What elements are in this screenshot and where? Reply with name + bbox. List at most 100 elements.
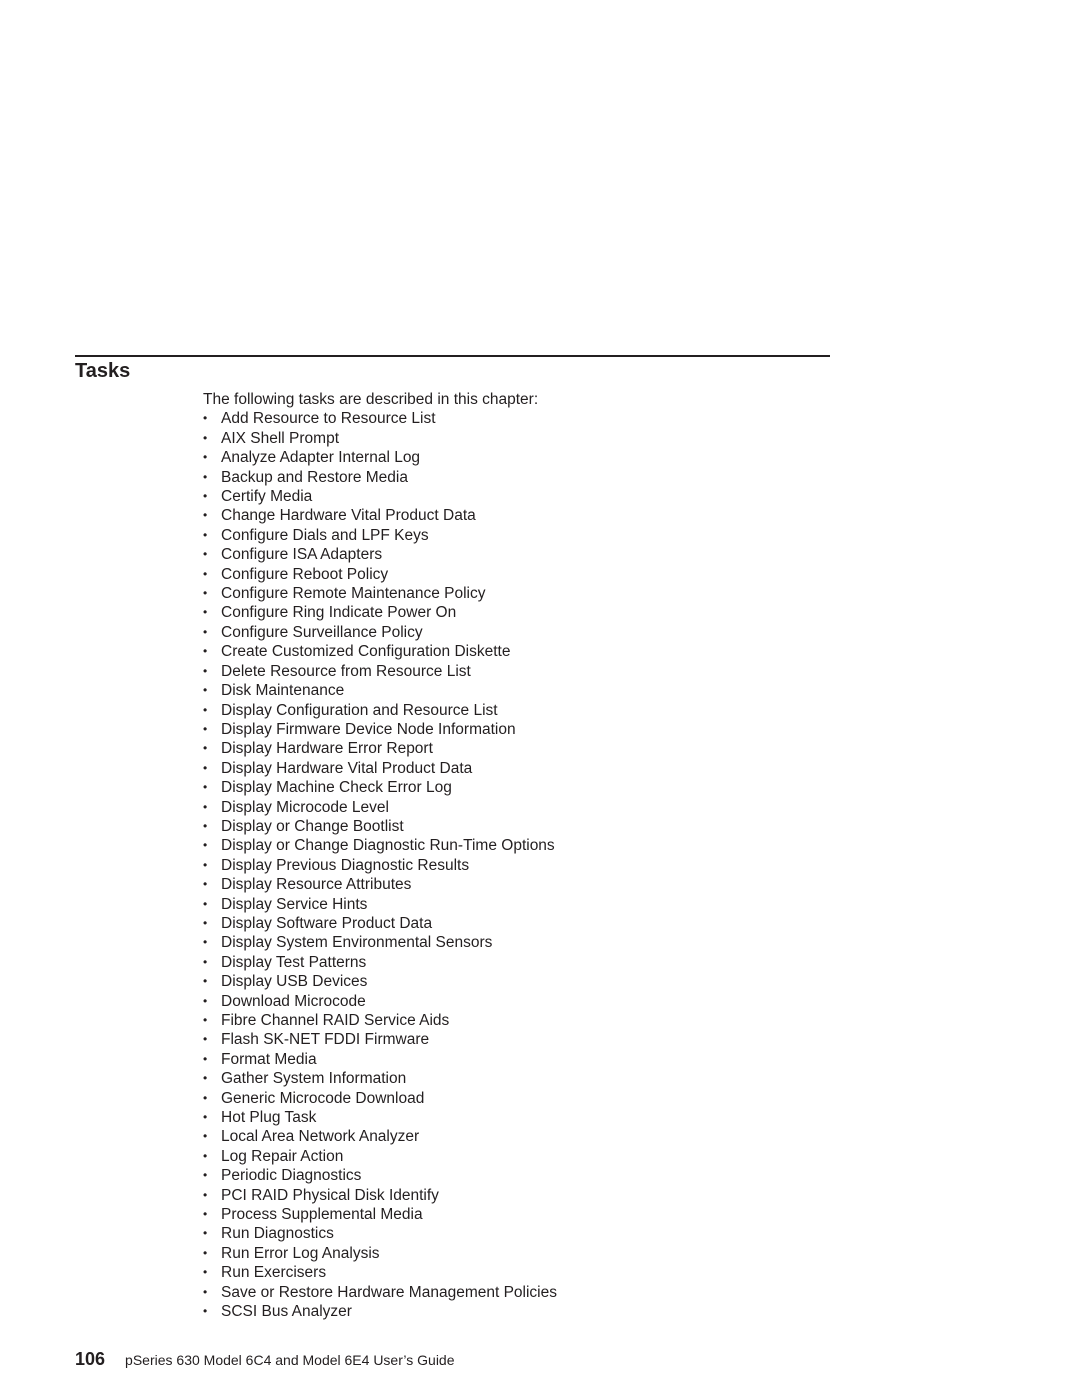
bullet-icon: • xyxy=(203,1071,208,1086)
bullet-icon: • xyxy=(203,741,208,756)
bullet-icon: • xyxy=(203,644,208,659)
task-label: Hot Plug Task xyxy=(221,1109,317,1127)
task-list-item: • Display Service Hints xyxy=(203,895,823,914)
task-label: Display or Change Bootlist xyxy=(221,817,404,835)
task-label: Certify Media xyxy=(221,488,313,506)
task-list-item: • Configure ISA Adapters xyxy=(203,545,823,564)
bullet-icon: • xyxy=(203,1032,208,1047)
bullet-icon: • xyxy=(203,1226,208,1241)
task-list: • Add Resource to Resource List • AIX Shell… xyxy=(203,409,823,1321)
intro-text: The following tasks are described in thi… xyxy=(203,391,539,408)
task-list-item: • Display Configuration and Resource List xyxy=(203,701,823,720)
section-rule xyxy=(75,355,830,357)
task-label: Process Supplemental Media xyxy=(221,1206,423,1224)
task-list-item: • Certify Media xyxy=(203,487,823,506)
task-label: Display System Environmental Sensors xyxy=(221,934,493,952)
bullet-icon: • xyxy=(203,1284,208,1299)
task-list-item: • PCI RAID Physical Disk Identify xyxy=(203,1186,823,1205)
task-label: Change Hardware Vital Product Data xyxy=(221,507,476,525)
task-list-item: • Create Customized Configuration Diskett… xyxy=(203,642,823,661)
bullet-icon: • xyxy=(203,683,208,698)
task-list-item: • Save or Restore Hardware Management Pol… xyxy=(203,1283,823,1302)
task-label: Display Software Product Data xyxy=(221,914,433,932)
task-label: Backup and Restore Media xyxy=(221,468,408,486)
bullet-icon: • xyxy=(203,566,208,581)
task-label: Configure Reboot Policy xyxy=(221,565,389,583)
task-list-item: • Download Microcode xyxy=(203,992,823,1011)
task-label: Display Firmware Device Node Information xyxy=(221,720,516,738)
task-label: Display Previous Diagnostic Results xyxy=(221,856,470,874)
bullet-icon: • xyxy=(203,450,208,465)
task-list-item: • Configure Reboot Policy xyxy=(203,565,823,584)
bullet-icon: • xyxy=(203,1207,208,1222)
task-label: Display or Change Diagnostic Run-Time Op… xyxy=(221,837,555,855)
task-label: PCI RAID Physical Disk Identify xyxy=(221,1186,439,1204)
task-list-item: • Add Resource to Resource List xyxy=(203,409,823,428)
task-list-item: • Run Diagnostics xyxy=(203,1224,823,1243)
task-label: Run Exercisers xyxy=(221,1264,327,1282)
bullet-icon: • xyxy=(203,1265,208,1280)
task-list-item: • AIX Shell Prompt xyxy=(203,429,823,448)
bullet-icon: • xyxy=(203,508,208,523)
bullet-icon: • xyxy=(203,760,208,775)
task-label: Save or Restore Hardware Management Poli… xyxy=(221,1283,557,1301)
bullet-icon: • xyxy=(203,954,208,969)
task-list-item: • Display Hardware Vital Product Data xyxy=(203,759,823,778)
task-list-item: • Display or Change Bootlist xyxy=(203,817,823,836)
bullet-icon: • xyxy=(203,799,208,814)
page-footer: 106 pSeries 630 Model 6C4 and Model 6E4 … xyxy=(75,1349,455,1370)
task-label: Configure Surveillance Policy xyxy=(221,623,423,641)
bullet-icon: • xyxy=(203,586,208,601)
task-list-item: • Change Hardware Vital Product Data xyxy=(203,506,823,525)
task-list-item: • Display System Environmental Sensors xyxy=(203,933,823,952)
task-list-item: • Display Firmware Device Node Informatio… xyxy=(203,720,823,739)
bullet-icon: • xyxy=(203,605,208,620)
task-list-item: • Display Software Product Data xyxy=(203,914,823,933)
task-label: Generic Microcode Download xyxy=(221,1089,425,1107)
task-list-item: • Display USB Devices xyxy=(203,972,823,991)
task-list-item: • Gather System Information xyxy=(203,1069,823,1088)
bullet-icon: • xyxy=(203,877,208,892)
bullet-icon: • xyxy=(203,1187,208,1202)
bullet-icon: • xyxy=(203,489,208,504)
task-list-item: • Analyze Adapter Internal Log xyxy=(203,448,823,467)
task-list-item: • Log Repair Action xyxy=(203,1147,823,1166)
task-label: Add Resource to Resource List xyxy=(221,410,436,428)
task-list-item: • Process Supplemental Media xyxy=(203,1205,823,1224)
task-list-item: • Configure Ring Indicate Power On xyxy=(203,603,823,622)
bullet-icon: • xyxy=(203,469,208,484)
bullet-icon: • xyxy=(203,896,208,911)
task-label: Download Microcode xyxy=(221,992,366,1010)
bullet-icon: • xyxy=(203,1110,208,1125)
task-list-item: • Run Exercisers xyxy=(203,1263,823,1282)
task-label: Fibre Channel RAID Service Aids xyxy=(221,1012,450,1029)
task-list-item: • Generic Microcode Download xyxy=(203,1089,823,1108)
task-label: Display Microcode Level xyxy=(221,798,389,816)
bullet-icon: • xyxy=(203,974,208,989)
bullet-icon: • xyxy=(203,993,208,1008)
bullet-icon: • xyxy=(203,430,208,445)
task-list-item: • Delete Resource from Resource List xyxy=(203,662,823,681)
bullet-icon: • xyxy=(203,663,208,678)
task-label: Configure ISA Adapters xyxy=(221,546,383,564)
bullet-icon: • xyxy=(203,624,208,639)
bullet-icon: • xyxy=(203,1304,208,1319)
task-list-item: • Configure Dials and LPF Keys xyxy=(203,526,823,545)
bullet-icon: • xyxy=(203,1013,208,1027)
task-list-item: • Disk Maintenance xyxy=(203,681,823,700)
task-list-item: • Periodic Diagnostics xyxy=(203,1166,823,1185)
task-label: Configure Remote Maintenance Policy xyxy=(221,585,486,603)
task-list-item: • Flash SK-NET FDDI Firmware xyxy=(203,1030,823,1049)
task-label: Create Customized Configuration Diskette xyxy=(221,643,511,661)
bullet-icon: • xyxy=(203,702,208,717)
task-label: AIX Shell Prompt xyxy=(221,429,340,447)
task-list-item: • Format Media xyxy=(203,1050,823,1069)
task-label: Local Area Network Analyzer xyxy=(221,1128,420,1146)
task-label: Display Machine Check Error Log xyxy=(221,779,452,797)
task-label: Log Repair Action xyxy=(221,1147,344,1165)
task-list-item: • Fibre Channel RAID Service Aids xyxy=(203,1011,823,1030)
bullet-icon: • xyxy=(203,935,208,950)
task-label: Display Hardware Error Report xyxy=(221,740,433,758)
section-body: The following tasks are described in thi… xyxy=(203,390,823,1322)
task-list-item: • SCSI Bus Analyzer xyxy=(203,1302,823,1321)
